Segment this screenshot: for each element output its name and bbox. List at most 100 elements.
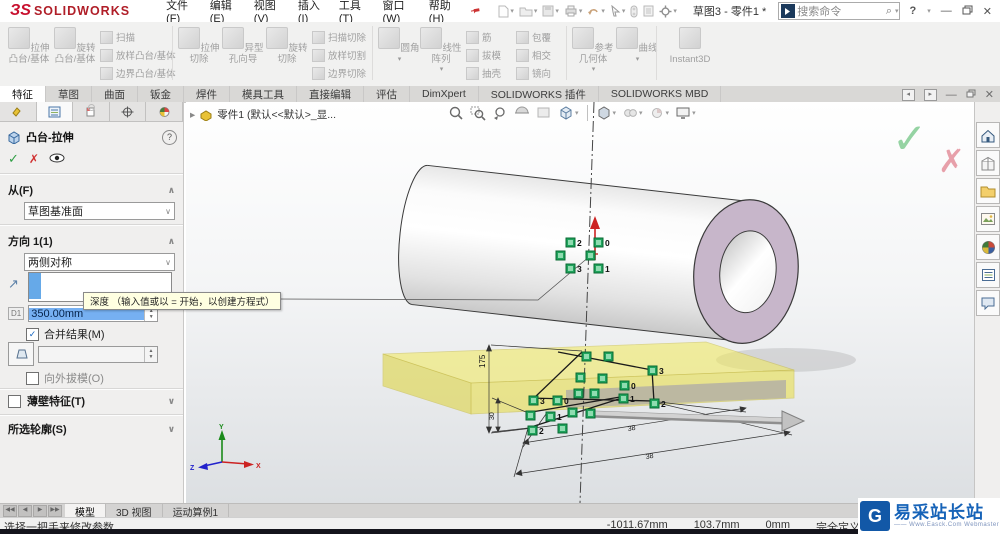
taskpane-close-button[interactable]: ✕ bbox=[985, 88, 994, 101]
help-icon[interactable]: ? bbox=[162, 129, 177, 145]
tab-sw-addins[interactable]: SOLIDWORKS 插件 bbox=[479, 86, 599, 102]
draft-button[interactable]: 拔模 bbox=[466, 47, 501, 63]
tab-direct-editing[interactable]: 直接编辑 bbox=[297, 86, 364, 102]
collapse-icon[interactable]: ∧ bbox=[168, 236, 175, 247]
thin-feature-checkbox[interactable] bbox=[8, 394, 21, 408]
tab-dimxpert[interactable]: DimXpert bbox=[410, 86, 479, 102]
doc-back-button[interactable]: ◂ bbox=[901, 88, 915, 101]
tab-surfaces[interactable]: 曲面 bbox=[92, 86, 138, 102]
tab-mold-tools[interactable]: 模具工具 bbox=[230, 86, 297, 102]
search-icon[interactable]: ⌕ bbox=[886, 5, 892, 18]
minimize-button[interactable]: — bbox=[941, 5, 952, 17]
tab-features[interactable]: 特征 bbox=[0, 86, 46, 102]
doc-minimize-button[interactable]: — bbox=[946, 89, 957, 101]
mirror-button[interactable]: 镜向 bbox=[516, 65, 551, 81]
intersect-button[interactable]: 相交 bbox=[516, 47, 551, 63]
extrude-direction-handle[interactable] bbox=[589, 410, 806, 432]
lofted-cut-button[interactable]: 放样切割 bbox=[312, 47, 366, 63]
dimxpertmanager-tab[interactable] bbox=[109, 102, 147, 121]
tab-model[interactable]: 模型 bbox=[65, 504, 106, 519]
doc-forward-button[interactable]: ▸ bbox=[923, 88, 937, 101]
dim-38b[interactable]: 38 bbox=[645, 453, 654, 461]
rebuild-button[interactable] bbox=[628, 4, 640, 19]
sheet-nav-buttons[interactable]: ◀◀ ◀ ▶ ▶▶ bbox=[0, 504, 65, 518]
triad-z-label: Z bbox=[190, 465, 195, 472]
fillet-button[interactable]: 圆角 ▾ bbox=[378, 26, 420, 82]
expand-icon[interactable]: ∨ bbox=[168, 424, 175, 435]
draft-angle-input[interactable]: ▲ ▼ bbox=[38, 345, 158, 363]
revolve-boss-button[interactable]: 旋转凸台/基体 bbox=[54, 26, 96, 82]
draft-toggle-button[interactable] bbox=[8, 342, 34, 366]
new-document-button[interactable]: ▾ bbox=[495, 4, 516, 19]
from-dropdown[interactable]: 草图基准面 ∨ bbox=[24, 202, 175, 220]
view-palette-button[interactable] bbox=[976, 206, 1000, 232]
model-scene[interactable]: 175 30 38 38 2 0 3 1 3 0 1 2 3 0 1 2 Y X… bbox=[186, 102, 974, 503]
tab-weldments[interactable]: 焊件 bbox=[184, 86, 230, 102]
draft-outward-checkbox[interactable] bbox=[26, 371, 39, 385]
file-explorer-button[interactable] bbox=[976, 178, 1000, 204]
ok-button[interactable]: ✓ bbox=[8, 151, 19, 167]
tab-motion-study[interactable]: 运动算例1 bbox=[163, 504, 230, 519]
file-properties-button[interactable] bbox=[641, 4, 656, 18]
extrude-boss-button[interactable]: 拉伸凸台/基体 bbox=[8, 26, 50, 82]
save-button[interactable]: ▾ bbox=[540, 4, 561, 18]
cancel-button[interactable]: ✗ bbox=[29, 152, 39, 166]
close-button[interactable]: ✕ bbox=[983, 5, 992, 18]
print-button[interactable]: ▾ bbox=[562, 4, 585, 18]
extruded-cut-button[interactable]: 拉伸切除 bbox=[178, 26, 220, 82]
lofted-boss-button[interactable]: 放样凸台/基体 bbox=[100, 47, 176, 63]
direction-arrow-icon[interactable]: ↗ bbox=[8, 276, 19, 292]
tab-sheet-metal[interactable]: 钣金 bbox=[138, 86, 184, 102]
open-document-button[interactable]: ▾ bbox=[517, 4, 540, 18]
boundary-boss-button[interactable]: 边界凸台/基体 bbox=[100, 65, 176, 81]
tab-evaluate[interactable]: 评估 bbox=[364, 86, 410, 102]
displaymanager-tab[interactable] bbox=[146, 102, 183, 121]
swept-boss-button[interactable]: 扫描 bbox=[100, 29, 135, 45]
svg-text:3: 3 bbox=[577, 264, 582, 274]
panel-splitter-grip[interactable] bbox=[88, 104, 95, 111]
search-input[interactable]: 搜索命令 bbox=[797, 3, 886, 19]
linear-pattern-button[interactable]: 线性阵列 ▾ bbox=[420, 26, 462, 82]
panel-title: 凸台-拉伸 bbox=[26, 132, 74, 144]
shell-button[interactable]: 抽壳 bbox=[466, 65, 501, 81]
reference-geometry-button[interactable]: 参考几何体 ▾ bbox=[572, 26, 614, 82]
curves-button[interactable]: 曲线 ▾ bbox=[616, 26, 658, 82]
hole-wizard-button[interactable]: 异型孔向导 bbox=[222, 26, 264, 82]
options-gear-button[interactable]: ▾ bbox=[657, 4, 679, 19]
merge-result-checkbox[interactable]: ✓ bbox=[26, 327, 39, 341]
revolved-cut-button[interactable]: 旋转切除 bbox=[266, 26, 308, 82]
cylinder-body[interactable] bbox=[392, 161, 806, 349]
propertymanager-tab[interactable] bbox=[36, 102, 74, 121]
sw-resources-button[interactable] bbox=[976, 122, 1000, 148]
wrap-button[interactable]: 包覆 bbox=[516, 29, 551, 45]
select-button[interactable]: ▾ bbox=[608, 4, 628, 18]
appearances-scenes-button[interactable] bbox=[976, 234, 1000, 260]
instant3d-button[interactable]: Instant3D bbox=[662, 26, 718, 82]
swept-cut-button[interactable]: 扫描切除 bbox=[312, 29, 366, 45]
end-condition-dropdown[interactable]: 两侧对称 ∨ bbox=[24, 253, 175, 271]
tab-3d-views[interactable]: 3D 视图 bbox=[106, 504, 163, 519]
undo-button[interactable]: ▾ bbox=[585, 5, 607, 18]
dim-38a[interactable]: 38 bbox=[627, 425, 636, 433]
shell-icon bbox=[466, 66, 479, 80]
tab-sketch[interactable]: 草图 bbox=[46, 86, 92, 102]
rib-button[interactable]: 筋 bbox=[466, 29, 492, 45]
preview-eye-button[interactable] bbox=[49, 153, 65, 166]
design-library-button[interactable] bbox=[976, 150, 1000, 176]
dim-30[interactable]: 30 bbox=[489, 412, 496, 420]
expand-icon[interactable]: ∨ bbox=[168, 396, 175, 407]
draft-angle-stepper[interactable]: ▲ ▼ bbox=[144, 346, 157, 362]
graphics-viewport[interactable]: ▸ 零件1 (默认<<默认>_显... ▾ ▾ ▾ ▾ ▾ ✓ ✗ 175 30… bbox=[186, 102, 974, 503]
help-button[interactable]: ? bbox=[910, 5, 917, 17]
tab-sw-mbd[interactable]: SOLIDWORKS MBD bbox=[599, 86, 722, 102]
doc-restore-button[interactable] bbox=[966, 89, 976, 101]
command-search[interactable]: 搜索命令 ⌕ ▾ bbox=[778, 2, 900, 20]
sw-forum-button[interactable] bbox=[976, 290, 1000, 316]
featuremanager-tree-tab[interactable] bbox=[0, 102, 37, 121]
restore-button[interactable] bbox=[962, 5, 973, 18]
custom-properties-button[interactable] bbox=[976, 262, 1000, 288]
collapse-icon[interactable]: ∧ bbox=[168, 185, 175, 196]
dim-175[interactable]: 175 bbox=[478, 354, 487, 368]
pin-menu-icon[interactable] bbox=[468, 2, 484, 19]
boundary-cut-button[interactable]: 边界切除 bbox=[312, 65, 366, 81]
